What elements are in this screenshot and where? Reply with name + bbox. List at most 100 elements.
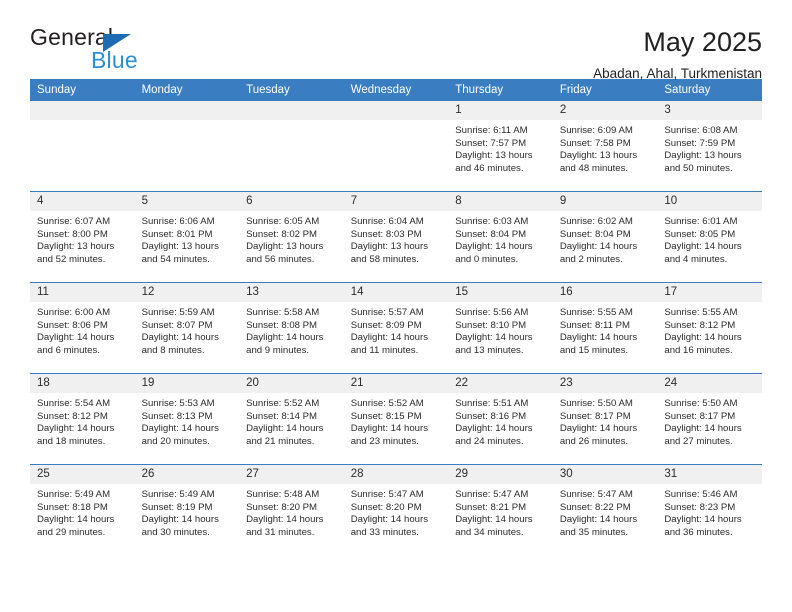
calendar-day-cell[interactable]: 18 Sunrise: 5:54 AM Sunset: 8:12 PM Dayligh… <box>30 373 135 465</box>
day-details: Sunrise: 5:55 AM Sunset: 8:11 PM Daylight:… <box>553 302 658 357</box>
sunrise-time: Sunrise: 5:50 AM <box>559 398 633 409</box>
sunrise-sunset-calendar: Sunday Monday Tuesday Wednesday Thursday… <box>30 79 762 555</box>
sunrise-time: Sunrise: 5:56 AM <box>455 307 529 318</box>
sunset-time: Sunset: 8:00 PM <box>37 228 108 240</box>
sunrise-time: Sunrise: 5:58 AM <box>246 307 320 318</box>
day-details: Sunrise: 5:52 AM Sunset: 8:14 PM Daylight:… <box>239 393 344 448</box>
daylight-duration-line1: Daylight: 14 hours <box>246 423 324 435</box>
calendar-day-cell[interactable]: 6 Sunrise: 6:05 AM Sunset: 8:02 PM Daylight… <box>239 191 344 283</box>
calendar-day-cell[interactable]: 29 Sunrise: 5:47 AM Sunset: 8:21 PM Dayligh… <box>448 464 553 555</box>
daylight-duration-line2: and 8 minutes. <box>141 344 205 356</box>
sunrise-time: Sunrise: 6:03 AM <box>455 216 529 227</box>
calendar-day-cell[interactable]: 15 Sunrise: 5:56 AM Sunset: 8:10 PM Dayligh… <box>448 282 553 374</box>
calendar-week-row: 11 Sunrise: 6:00 AM Sunset: 8:06 PM Dayligh… <box>30 282 762 374</box>
calendar-day-cell[interactable]: 27 Sunrise: 5:48 AM Sunset: 8:20 PM Dayligh… <box>239 464 344 555</box>
calendar-body: 1 Sunrise: 6:11 AM Sunset: 7:57 PM Daylight… <box>30 101 762 555</box>
sunrise-time: Sunrise: 6:02 AM <box>559 216 633 227</box>
sunrise-time: Sunrise: 6:06 AM <box>141 216 215 227</box>
generalblue-logo[interactable]: General Blue <box>30 26 210 76</box>
calendar-day-cell[interactable]: 13 Sunrise: 5:58 AM Sunset: 8:08 PM Dayligh… <box>239 282 344 374</box>
calendar-day-cell[interactable]: 28 Sunrise: 5:47 AM Sunset: 8:20 PM Dayligh… <box>343 464 449 555</box>
day-number: 19 <box>134 374 240 393</box>
daylight-duration-line2: and 2 minutes. <box>559 253 623 265</box>
sunset-time: Sunset: 8:07 PM <box>141 319 213 331</box>
page-title: May 2025 <box>643 27 762 57</box>
daylight-duration-line2: and 4 minutes. <box>664 253 728 265</box>
day-number: 14 <box>343 283 449 302</box>
calendar-day-cell[interactable]: 23 Sunrise: 5:50 AM Sunset: 8:17 PM Dayligh… <box>552 373 658 465</box>
daylight-duration-line1: Daylight: 14 hours <box>350 423 429 435</box>
calendar-day-cell[interactable]: 30 Sunrise: 5:47 AM Sunset: 8:22 PM Dayligh… <box>552 464 658 555</box>
daylight-duration-line2: and 52 minutes. <box>37 253 106 265</box>
day-details: Sunrise: 5:50 AM Sunset: 8:17 PM Daylight:… <box>657 393 762 448</box>
daylight-duration-line2: and 34 minutes. <box>455 526 524 538</box>
sunset-time: Sunset: 8:18 PM <box>37 501 108 513</box>
day-number: 21 <box>343 374 449 393</box>
daylight-duration-line2: and 50 minutes. <box>664 162 733 174</box>
daylight-duration-line1: Daylight: 14 hours <box>559 241 638 253</box>
day-details: Sunrise: 5:50 AM Sunset: 8:17 PM Daylight:… <box>553 393 658 448</box>
daylight-duration-line2: and 48 minutes. <box>559 162 629 174</box>
calendar-day-cell[interactable]: 25 Sunrise: 5:49 AM Sunset: 8:18 PM Dayligh… <box>30 464 135 555</box>
calendar-day-cell[interactable]: 5 Sunrise: 6:06 AM Sunset: 8:01 PM Daylight… <box>134 191 240 283</box>
daylight-duration-line2: and 27 minutes. <box>664 435 733 447</box>
calendar-day-cell[interactable]: 2 Sunrise: 6:09 AM Sunset: 7:58 PM Daylight… <box>552 101 658 192</box>
daylight-duration-line2: and 58 minutes. <box>350 253 419 265</box>
weekday-header-monday: Monday <box>134 79 240 101</box>
calendar-day-cell[interactable]: 26 Sunrise: 5:49 AM Sunset: 8:19 PM Dayligh… <box>134 464 240 555</box>
calendar-day-cell[interactable]: 22 Sunrise: 5:51 AM Sunset: 8:16 PM Dayligh… <box>448 373 553 465</box>
calendar-day-cell[interactable]: 3 Sunrise: 6:08 AM Sunset: 7:59 PM Daylight… <box>657 101 762 192</box>
calendar-day-cell[interactable]: 19 Sunrise: 5:53 AM Sunset: 8:13 PM Dayligh… <box>134 373 240 465</box>
day-details: Sunrise: 5:51 AM Sunset: 8:16 PM Daylight:… <box>448 393 553 448</box>
sunrise-time: Sunrise: 5:46 AM <box>664 489 738 500</box>
calendar-day-cell[interactable]: 24 Sunrise: 5:50 AM Sunset: 8:17 PM Dayligh… <box>657 373 762 465</box>
day-number: 18 <box>30 374 135 393</box>
daylight-duration-line2: and 23 minutes. <box>350 435 419 447</box>
daylight-duration-line2: and 16 minutes. <box>664 344 733 356</box>
calendar-day-cell[interactable]: 4 Sunrise: 6:07 AM Sunset: 8:00 PM Daylight… <box>30 191 135 283</box>
calendar-day-cell[interactable]: 8 Sunrise: 6:03 AM Sunset: 8:04 PM Daylight… <box>448 191 553 283</box>
daylight-duration-line1: Daylight: 13 hours <box>350 241 429 253</box>
calendar-day-cell[interactable]: 12 Sunrise: 5:59 AM Sunset: 8:07 PM Dayligh… <box>134 282 240 374</box>
daylight-duration-line2: and 24 minutes. <box>455 435 524 447</box>
daylight-duration-line2: and 46 minutes. <box>455 162 524 174</box>
sunset-time: Sunset: 7:58 PM <box>559 137 631 149</box>
day-details: Sunrise: 5:58 AM Sunset: 8:08 PM Daylight:… <box>239 302 344 357</box>
calendar-day-cell[interactable]: 20 Sunrise: 5:52 AM Sunset: 8:14 PM Dayligh… <box>239 373 344 465</box>
calendar-day-cell[interactable]: 10 Sunrise: 6:01 AM Sunset: 8:05 PM Dayligh… <box>657 191 762 283</box>
day-number: 27 <box>239 465 344 484</box>
day-number: 3 <box>657 101 762 120</box>
sunrise-time: Sunrise: 5:49 AM <box>141 489 215 500</box>
day-number: 6 <box>239 192 344 211</box>
daylight-duration-line1: Daylight: 14 hours <box>246 332 324 344</box>
calendar-day-cell[interactable]: 14 Sunrise: 5:57 AM Sunset: 8:09 PM Dayligh… <box>343 282 449 374</box>
day-number: 23 <box>552 374 658 393</box>
day-details: Sunrise: 5:53 AM Sunset: 8:13 PM Daylight:… <box>135 393 240 448</box>
calendar-day-cell[interactable]: 9 Sunrise: 6:02 AM Sunset: 8:04 PM Daylight… <box>552 191 658 283</box>
day-number <box>343 101 449 120</box>
calendar-week-row: 4 Sunrise: 6:07 AM Sunset: 8:00 PM Daylight… <box>30 191 762 283</box>
calendar-day-cell[interactable]: 7 Sunrise: 6:04 AM Sunset: 8:03 PM Daylight… <box>343 191 449 283</box>
sunset-time: Sunset: 8:09 PM <box>350 319 422 331</box>
daylight-duration-line2: and 31 minutes. <box>246 526 315 538</box>
sunrise-time: Sunrise: 5:55 AM <box>559 307 633 318</box>
sunset-time: Sunset: 8:03 PM <box>350 228 422 240</box>
weekday-header-thursday: Thursday <box>448 79 553 101</box>
calendar-day-cell[interactable]: 17 Sunrise: 5:55 AM Sunset: 8:12 PM Dayligh… <box>657 282 762 374</box>
calendar-day-cell[interactable]: 31 Sunrise: 5:46 AM Sunset: 8:23 PM Dayligh… <box>657 464 762 555</box>
sunrise-time: Sunrise: 6:04 AM <box>350 216 424 227</box>
sunrise-time: Sunrise: 6:05 AM <box>246 216 320 227</box>
sunset-time: Sunset: 8:04 PM <box>559 228 631 240</box>
daylight-duration-line2: and 36 minutes. <box>664 526 733 538</box>
daylight-duration-line2: and 18 minutes. <box>37 435 106 447</box>
sunrise-time: Sunrise: 5:54 AM <box>37 398 111 409</box>
daylight-duration-line1: Daylight: 14 hours <box>37 514 115 526</box>
day-number <box>134 101 240 120</box>
daylight-duration-line1: Daylight: 13 hours <box>559 150 638 162</box>
daylight-duration-line2: and 6 minutes. <box>37 344 100 356</box>
calendar-day-cell[interactable]: 1 Sunrise: 6:11 AM Sunset: 7:57 PM Daylight… <box>448 101 553 192</box>
logo-text-general: General <box>30 24 114 50</box>
calendar-day-cell[interactable]: 21 Sunrise: 5:52 AM Sunset: 8:15 PM Dayligh… <box>343 373 449 465</box>
calendar-day-cell[interactable]: 16 Sunrise: 5:55 AM Sunset: 8:11 PM Dayligh… <box>552 282 658 374</box>
calendar-day-cell[interactable]: 11 Sunrise: 6:00 AM Sunset: 8:06 PM Dayligh… <box>30 282 135 374</box>
